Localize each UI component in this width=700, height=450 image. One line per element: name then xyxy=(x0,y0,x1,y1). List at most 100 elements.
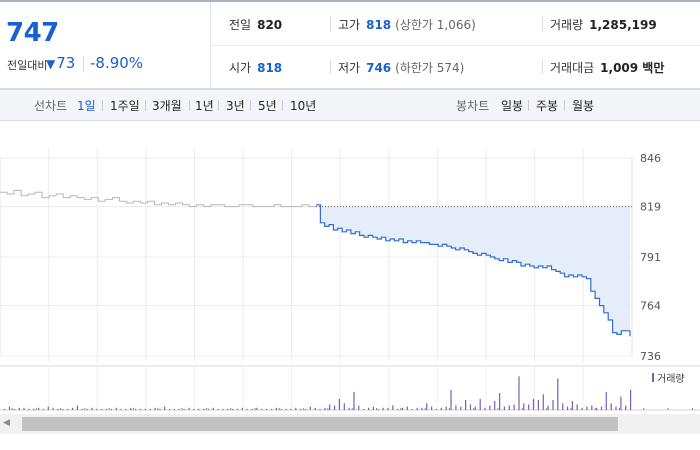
tab-10y[interactable]: 10년 xyxy=(290,97,316,114)
y-tick-label: 846 xyxy=(640,152,661,165)
divider xyxy=(528,100,529,111)
volume-bar xyxy=(81,408,83,410)
y-tick-label: 736 xyxy=(640,350,661,363)
tab-3y[interactable]: 3년 xyxy=(226,97,245,114)
scroll-left-icon[interactable]: ◀ xyxy=(3,418,10,428)
tab-weekly[interactable]: 주봉 xyxy=(536,97,558,114)
tab-daily[interactable]: 일봉 xyxy=(501,97,523,114)
divider xyxy=(330,60,331,74)
volume-bar xyxy=(169,408,171,410)
volume-bar xyxy=(309,406,311,410)
volume-bar xyxy=(445,406,447,410)
volume-bar xyxy=(610,403,612,411)
volume-bar xyxy=(222,408,224,410)
volume-bar xyxy=(159,408,161,410)
volume-bar xyxy=(28,408,30,410)
volume-bar xyxy=(382,407,384,411)
volume-bar xyxy=(450,389,452,411)
volume-bar xyxy=(52,407,54,411)
volume-bar xyxy=(571,401,573,410)
volume-bar xyxy=(557,378,559,410)
tab-monthly[interactable]: 월봉 xyxy=(572,97,594,114)
volume-bar xyxy=(193,408,195,410)
y-tick-label: 764 xyxy=(640,300,661,313)
volume-bar xyxy=(188,407,190,411)
volume-bar xyxy=(465,399,467,410)
volume-bar xyxy=(523,403,525,411)
volume-bar xyxy=(562,403,564,411)
volume-bar xyxy=(368,407,370,411)
y-tick-label: 819 xyxy=(640,201,661,214)
divider xyxy=(542,17,543,31)
volume-bar xyxy=(217,408,219,410)
volume-bar xyxy=(469,404,472,410)
volume-bar xyxy=(4,408,6,410)
divider xyxy=(83,57,84,71)
volume-bar xyxy=(86,408,88,410)
volume-bar xyxy=(508,405,510,410)
divider xyxy=(102,100,103,111)
volume: 거래량 1,285,199 xyxy=(550,16,657,33)
scroll-thumb[interactable] xyxy=(22,417,618,431)
volume-bar xyxy=(251,408,253,410)
volume-bar xyxy=(460,406,462,410)
volume-bar xyxy=(280,408,282,410)
divider xyxy=(145,100,146,111)
volume-bar xyxy=(474,406,476,410)
volume-bar xyxy=(300,408,302,410)
volume-bar xyxy=(358,405,360,410)
low-price: 저가 746 (하한가 574) xyxy=(338,59,464,76)
tab-1y[interactable]: 1년 xyxy=(195,97,214,114)
volume-bar xyxy=(101,408,103,410)
volume-bar xyxy=(479,398,481,411)
tab-1d[interactable]: 1일 xyxy=(77,97,96,114)
tab-5y[interactable]: 5년 xyxy=(258,97,277,114)
tab-1w[interactable]: 1주일 xyxy=(110,97,140,114)
volume-bar xyxy=(542,394,544,411)
volume-bar xyxy=(401,407,404,411)
divider xyxy=(330,17,331,31)
divider xyxy=(564,100,565,111)
volume-bar xyxy=(173,408,175,410)
volume-bar xyxy=(353,392,355,410)
volume-bar xyxy=(198,408,200,410)
volume-bar xyxy=(319,408,321,410)
intraday-chart: 846 819 791 764 736 거래량 xyxy=(0,120,700,420)
tab-3m[interactable]: 3개월 xyxy=(152,97,182,114)
volume-bar xyxy=(130,407,132,411)
bottom-area xyxy=(0,434,700,450)
volume-bar xyxy=(183,408,185,410)
lower-limit: (하한가 574) xyxy=(395,61,465,75)
open-value: 818 xyxy=(257,61,283,75)
volume-bar xyxy=(348,407,350,411)
volume-bar xyxy=(91,407,93,411)
volume-bar xyxy=(591,405,593,410)
volume-bar xyxy=(392,405,394,410)
volume-bar xyxy=(18,407,20,411)
volume-bar xyxy=(164,406,166,410)
row-divider xyxy=(211,45,700,46)
amount-value: 1,009 백만 xyxy=(600,61,665,75)
volume-bar xyxy=(581,407,583,411)
open-price: 시가 818 xyxy=(229,59,282,76)
volume-bar xyxy=(275,407,277,411)
volume-bar xyxy=(139,408,142,410)
horizontal-scrollbar[interactable]: ◀ xyxy=(0,414,700,434)
volume-bar xyxy=(110,408,112,410)
volume-bar xyxy=(630,389,632,411)
volume-bar xyxy=(440,407,442,411)
volume-bar xyxy=(513,404,515,410)
volume-bar xyxy=(377,408,379,410)
volume-bar xyxy=(207,408,209,410)
volume-bar xyxy=(76,405,78,410)
volume-bar xyxy=(304,408,307,410)
volume-bar xyxy=(149,408,151,410)
line-chart-label: 선차트 xyxy=(34,99,68,113)
volume-bar xyxy=(397,408,399,410)
volume-bar xyxy=(324,407,326,411)
series-line-previous xyxy=(0,189,316,208)
divider xyxy=(189,100,190,111)
y-tick-label: 791 xyxy=(640,251,661,264)
volume-bar xyxy=(8,406,11,410)
change-amount: 73 xyxy=(56,54,76,72)
